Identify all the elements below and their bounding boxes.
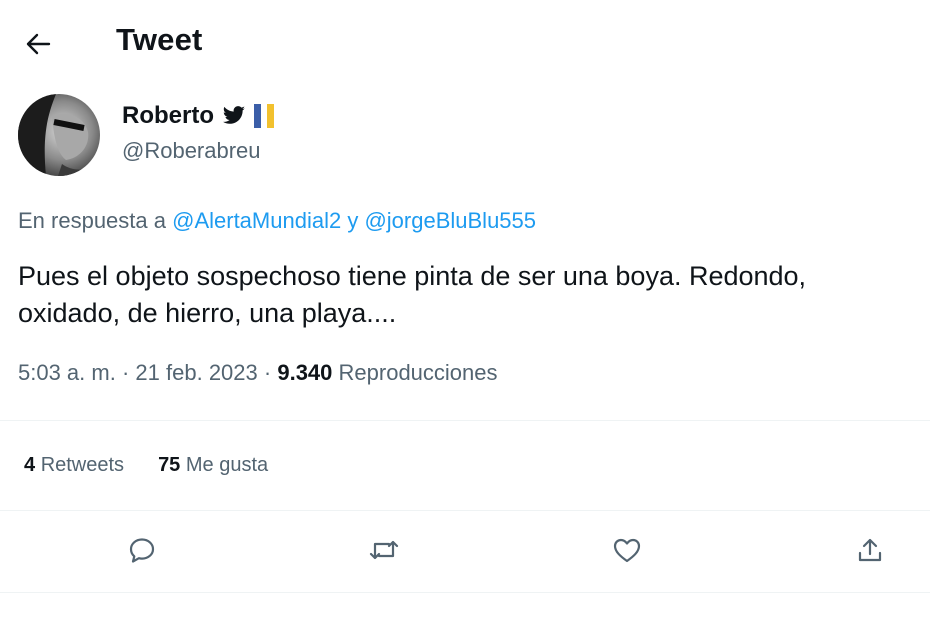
meta-separator: · — [263, 360, 272, 385]
name-row: Roberto — [122, 102, 274, 130]
like-icon — [613, 538, 641, 563]
retweets-count: 4 — [24, 454, 36, 476]
retweet-icon — [369, 540, 399, 560]
likes-count: 75 — [158, 454, 181, 476]
divider — [0, 510, 930, 511]
divider — [0, 420, 930, 421]
like-button[interactable] — [605, 528, 649, 572]
reply-icon — [129, 538, 155, 563]
tweet-author: Roberto @Roberabreu — [18, 94, 918, 184]
tweet-text: Pues el objeto sospechoso tiene pinta de… — [18, 258, 918, 332]
arrow-left-icon — [26, 33, 51, 55]
action-bar — [0, 520, 930, 580]
share-button[interactable] — [848, 528, 892, 572]
back-button[interactable] — [18, 24, 58, 64]
reply-context: En respuesta a @AlertaMundial2 y @jorgeB… — [18, 208, 536, 234]
author-handle[interactable]: @Roberabreu — [122, 138, 261, 164]
divider — [0, 592, 930, 593]
mention-link-2[interactable]: @jorgeBluBlu555 — [364, 208, 536, 233]
views-count: 9.340 — [277, 360, 333, 385]
share-icon — [858, 538, 882, 562]
retweets-label: Retweets — [40, 454, 125, 476]
views-label: Reproducciones — [338, 360, 498, 385]
tweet-text-line: oxidado, de hierro, una playa.... — [18, 298, 397, 328]
reply-prefix: En respuesta a — [18, 208, 166, 233]
retweets-stat[interactable]: 4 Retweets — [24, 454, 124, 477]
author-name[interactable]: Roberto — [122, 102, 214, 130]
tweet-meta: 5:03 a. m. · 21 feb. 2023 · 9.340 Reprod… — [18, 360, 498, 386]
mention-link-1[interactable]: @AlertaMundial2 — [172, 208, 341, 233]
likes-stat[interactable]: 75 Me gusta — [158, 454, 268, 477]
canary-islands-flag-icon — [254, 104, 274, 128]
twitter-bird-icon — [222, 106, 245, 124]
tweet-text-line: Pues el objeto sospechoso tiene pinta de… — [18, 261, 807, 291]
mention-conjunction: y — [347, 208, 359, 233]
tweet-time[interactable]: 5:03 a. m. — [18, 360, 116, 385]
avatar[interactable] — [18, 94, 100, 176]
likes-label: Me gusta — [185, 454, 269, 476]
reply-button[interactable] — [120, 528, 164, 572]
meta-separator: · — [121, 360, 130, 385]
top-bar: Tweet — [0, 0, 930, 86]
tweet-date[interactable]: 21 feb. 2023 — [135, 360, 257, 385]
retweet-button[interactable] — [362, 528, 406, 572]
engagement-stats: 4 Retweets 75 Me gusta — [24, 454, 268, 477]
page-title: Tweet — [116, 22, 203, 57]
